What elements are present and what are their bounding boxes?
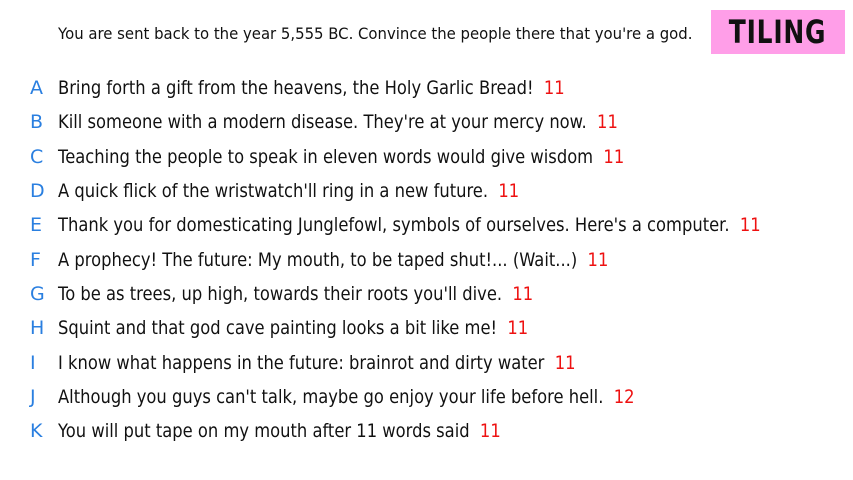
- category-badge: TILING: [711, 10, 845, 54]
- answer-letter: A: [30, 77, 43, 100]
- answer-row-h: H Squint and that god cave painting look…: [0, 311, 853, 345]
- answer-letter: F: [30, 248, 41, 271]
- answer-letter: I: [30, 351, 36, 374]
- answer-list: A Bring forth a gift from the heavens, t…: [0, 71, 853, 448]
- answer-letter: B: [30, 111, 44, 134]
- answer-line: Bring forth a gift from the heavens, the…: [58, 77, 565, 99]
- word-count: 11: [587, 248, 609, 271]
- answer-text: You will put tape on my mouth after 11 w…: [58, 420, 470, 443]
- answer-line: A prophecy! The future: My mouth, to be …: [58, 249, 608, 271]
- answer-row-b: B Kill someone with a modern disease. Th…: [0, 105, 853, 139]
- answer-line: Kill someone with a modern disease. They…: [58, 111, 618, 133]
- word-count: 11: [479, 420, 501, 443]
- answer-letter: J: [30, 385, 36, 408]
- answer-line: I know what happens in the future: brain…: [58, 352, 576, 374]
- answer-text: Kill someone with a modern disease. They…: [58, 111, 587, 134]
- answer-line: You will put tape on my mouth after 11 w…: [58, 420, 501, 442]
- answer-text: A quick flick of the wristwatch'll ring …: [58, 180, 489, 203]
- answer-line: Squint and that god cave painting looks …: [58, 317, 528, 339]
- word-count: 11: [498, 180, 520, 203]
- answer-text: Thank you for domesticating Junglefowl, …: [58, 214, 730, 237]
- answer-row-k: K You will put tape on my mouth after 11…: [0, 414, 853, 448]
- answer-line: Although you guys can't talk, maybe go e…: [58, 386, 635, 408]
- answer-line: Thank you for domesticating Junglefowl, …: [58, 214, 761, 236]
- answer-letter: C: [30, 145, 44, 168]
- word-count: 11: [554, 351, 576, 374]
- answer-line: A quick flick of the wristwatch'll ring …: [58, 180, 519, 202]
- answer-text: I know what happens in the future: brain…: [58, 351, 545, 374]
- answer-text: Squint and that god cave painting looks …: [58, 317, 498, 340]
- answer-row-j: J Although you guys can't talk, maybe go…: [0, 380, 853, 414]
- answer-row-i: I I know what happens in the future: bra…: [0, 345, 853, 379]
- word-count: 12: [613, 385, 635, 408]
- answer-text: To be as trees, up high, towards their r…: [58, 282, 503, 305]
- answer-text: Although you guys can't talk, maybe go e…: [58, 385, 604, 408]
- word-count: 11: [597, 111, 618, 134]
- answer-row-e: E Thank you for domesticating Junglefowl…: [0, 208, 853, 242]
- answer-row-f: F A prophecy! The future: My mouth, to b…: [0, 242, 853, 276]
- answer-letter: K: [30, 420, 43, 443]
- answer-text: Teaching the people to speak in eleven w…: [58, 145, 594, 168]
- question-prompt: You are sent back to the year 5,555 BC. …: [58, 24, 693, 43]
- answer-letter: D: [30, 180, 45, 203]
- answer-row-d: D A quick flick of the wristwatch'll rin…: [0, 174, 853, 208]
- word-count: 11: [603, 145, 625, 168]
- answer-text: Bring forth a gift from the heavens, the…: [58, 77, 534, 100]
- category-badge-label: TILING: [729, 13, 827, 51]
- answer-row-a: A Bring forth a gift from the heavens, t…: [0, 71, 853, 105]
- answer-line: Teaching the people to speak in eleven w…: [58, 146, 624, 168]
- word-count: 11: [739, 214, 761, 237]
- answer-row-c: C Teaching the people to speak in eleven…: [0, 140, 853, 174]
- word-count: 11: [512, 282, 534, 305]
- answer-line: To be as trees, up high, towards their r…: [58, 283, 533, 305]
- answer-letter: E: [30, 214, 43, 237]
- word-count: 11: [543, 77, 565, 100]
- word-count: 11: [507, 317, 529, 340]
- answer-row-g: G To be as trees, up high, towards their…: [0, 277, 853, 311]
- answer-text: A prophecy! The future: My mouth, to be …: [58, 248, 578, 271]
- answer-letter: G: [30, 282, 45, 305]
- answer-letter: H: [30, 317, 45, 340]
